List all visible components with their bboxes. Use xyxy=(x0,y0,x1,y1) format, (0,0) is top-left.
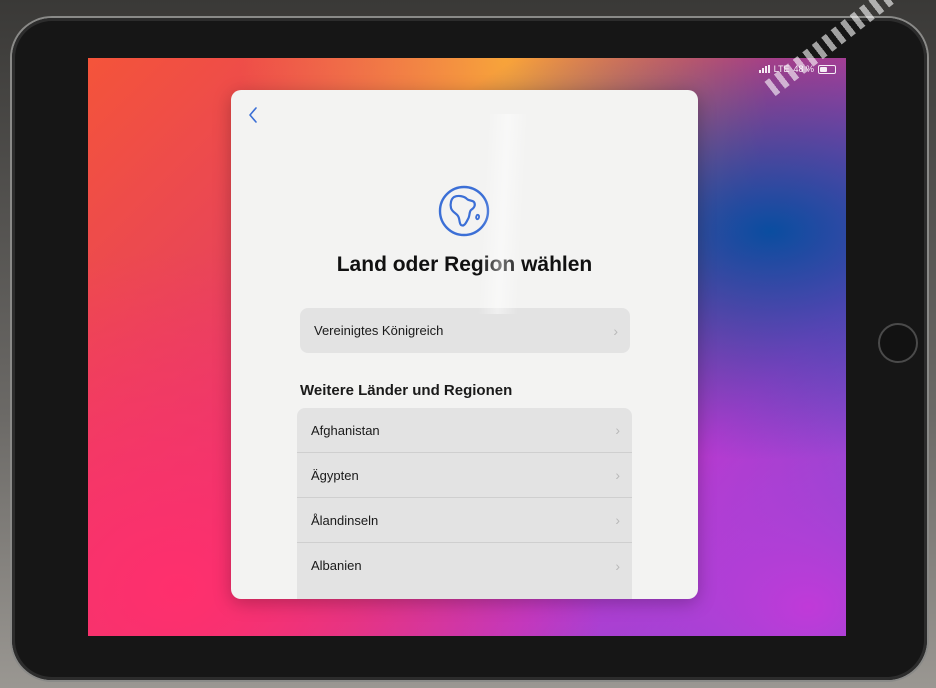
list-item-aegypten[interactable]: Ägypten › xyxy=(297,453,632,498)
list-item-label: Ägypten xyxy=(311,467,359,483)
list-item-label: Afghanistan xyxy=(311,422,380,438)
carrier-label: LTE xyxy=(773,64,790,74)
chevron-right-icon: › xyxy=(613,322,618,339)
battery-icon xyxy=(818,64,836,74)
list-item-afghanistan[interactable]: Afghanistan › xyxy=(297,408,632,453)
selected-country-label: Vereinigtes Königreich xyxy=(314,323,444,338)
battery-percent: 48 % xyxy=(793,64,814,74)
status-bar: LTE 48 % xyxy=(758,64,836,74)
list-item-albanien[interactable]: Albanien › xyxy=(297,543,632,588)
chevron-right-icon: › xyxy=(615,512,620,528)
page-title: Land oder Region wählen xyxy=(336,253,593,276)
chevron-left-icon xyxy=(249,107,257,123)
globe-africa-icon xyxy=(438,185,490,237)
battery-fill xyxy=(820,66,827,72)
chevron-right-icon: › xyxy=(615,467,620,483)
back-button[interactable] xyxy=(247,106,261,126)
country-list: Afghanistan › Ägypten › Ålandinseln › Al… xyxy=(297,408,632,599)
section-header: Weitere Länder und Regionen xyxy=(300,382,513,399)
selected-country-row[interactable]: Vereinigtes Königreich › xyxy=(300,308,630,353)
list-item-alandinseln[interactable]: Ålandinseln › xyxy=(297,498,632,543)
list-item-label: Ålandinseln xyxy=(311,512,379,528)
home-button[interactable] xyxy=(878,323,918,363)
setup-panel: Land oder Region wählen Vereinigtes Köni… xyxy=(231,90,698,599)
chevron-right-icon: › xyxy=(615,422,620,438)
signal-icon xyxy=(758,65,770,73)
chevron-right-icon: › xyxy=(615,557,620,574)
list-item-label: Albanien xyxy=(311,558,362,573)
